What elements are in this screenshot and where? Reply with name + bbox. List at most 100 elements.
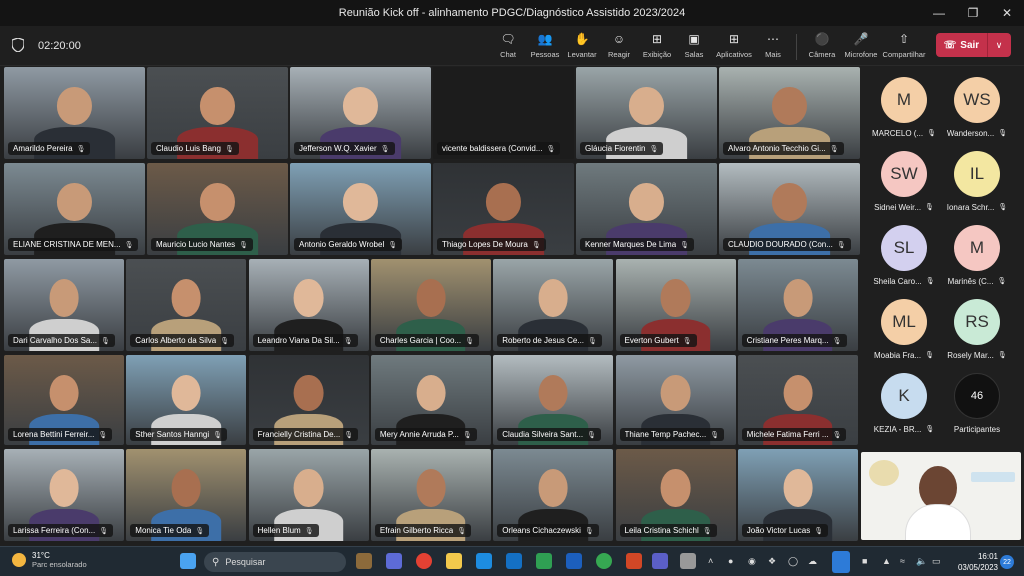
taskbar-clock[interactable]: 16:01 03/05/2023 bbox=[952, 551, 998, 573]
participant-avatar[interactable]: K KEZIA - BR... 🎙 bbox=[868, 373, 940, 445]
participant-avatar[interactable]: ML Moabia Fra... 🎙 bbox=[868, 299, 940, 371]
battery-icon[interactable]: ▭ bbox=[932, 556, 941, 567]
participant-avatar[interactable]: SL Sheila Caro... 🎙 bbox=[868, 225, 940, 297]
participant-video-tile[interactable]: Antonio Geraldo Wrobel 🎙 bbox=[290, 163, 431, 255]
participant-video-tile[interactable]: Lorena Bettini Ferreir... 🎙 bbox=[4, 355, 124, 445]
participant-video-tile[interactable]: ELIANE CRISTINA DE MEN... 🎙 bbox=[4, 163, 145, 255]
apps-button[interactable]: ⊞ Aplicativos bbox=[715, 29, 753, 65]
participants-count-button[interactable]: 46 Participantes bbox=[941, 373, 1013, 445]
participant-avatar[interactable]: IL Ionara Schr... 🎙 bbox=[941, 151, 1013, 223]
participant-video-tile[interactable]: Larissa Ferreira (Con... 🎙 bbox=[4, 449, 124, 541]
participant-video-tile[interactable]: Carlos Alberto da Silva 🎙 bbox=[126, 259, 247, 351]
mail-icon[interactable] bbox=[506, 553, 522, 569]
wifi-icon[interactable]: ≈ bbox=[900, 556, 905, 566]
participant-video-tile[interactable]: Alvaro Antonio Tecchio Gi... 🎙 bbox=[719, 67, 860, 159]
participant-video-tile[interactable]: Cristiane Peres Marq... 🎙 bbox=[737, 259, 858, 351]
teams-chat-icon[interactable] bbox=[386, 553, 402, 569]
participant-video-tile[interactable]: Gláucia Fiorentin 🎙 bbox=[576, 67, 717, 159]
participant-video-tile[interactable]: Sther Santos Hanngi 🎙 bbox=[126, 355, 247, 445]
share-button[interactable]: ⇧ Compartilhar bbox=[882, 29, 926, 65]
participant-video-tile[interactable]: Francielly Cristina De... 🎙 bbox=[248, 355, 369, 445]
participant-video-tile[interactable]: CLAUDIO DOURADO (Con... 🎙 bbox=[719, 163, 860, 255]
chrome-profile-icon[interactable] bbox=[596, 553, 612, 569]
chevron-down-icon[interactable]: ∨ bbox=[988, 33, 1010, 57]
share-label: Compartilhar bbox=[882, 50, 926, 59]
participant-video-tile[interactable]: Claudio Luis Bang 🎙 bbox=[147, 67, 288, 159]
tray-app3-icon[interactable]: ■ bbox=[862, 556, 867, 566]
participant-video-tile[interactable]: Roberto de Jesus Ce... 🎙 bbox=[493, 259, 614, 351]
participant-video-tile[interactable]: Charles Garcia | Coo... 🎙 bbox=[370, 259, 491, 351]
camera-button[interactable]: ⚫ Câmera bbox=[803, 29, 841, 65]
volume-icon[interactable]: 🔈 bbox=[916, 556, 927, 567]
more-button[interactable]: ⋯ Mais bbox=[754, 29, 792, 65]
participant-video-tile[interactable]: Leila Cristina Schichl 🎙 bbox=[615, 449, 736, 541]
chrome-icon[interactable] bbox=[416, 553, 432, 569]
onedrive-icon[interactable]: ☁ bbox=[808, 556, 817, 567]
clock-time: 16:01 bbox=[977, 552, 998, 561]
participant-video-tile[interactable]: Dari Carvalho Dos Sa... 🎙 bbox=[4, 259, 124, 351]
participant-video-tile[interactable]: Orleans Cichaczewski 🎙 bbox=[493, 449, 614, 541]
participant-avatar[interactable]: WS Wanderson... 🎙 bbox=[941, 77, 1013, 149]
taskview-icon[interactable] bbox=[356, 553, 372, 569]
self-view-tile[interactable] bbox=[861, 452, 1021, 540]
taskbar-search[interactable]: ⚲ Pesquisar bbox=[204, 552, 346, 572]
excel-icon[interactable] bbox=[536, 553, 552, 569]
participant-video-tile[interactable]: Amarildo Pereira 🎙 bbox=[4, 67, 145, 159]
participant-nameplate: Orleans Cichaczewski 🎙 bbox=[497, 524, 599, 537]
participant-avatar[interactable]: M MARCELO (... 🎙 bbox=[868, 77, 940, 149]
chat-button[interactable]: 🗨 Chat bbox=[489, 29, 527, 65]
avatar-name-row: Wanderson... 🎙 bbox=[947, 129, 1007, 138]
edge-icon[interactable] bbox=[476, 553, 492, 569]
participant-video-tile[interactable]: Mauricio Lucio Nantes 🎙 bbox=[147, 163, 288, 255]
participant-video-tile[interactable]: Jefferson W.Q. Xavier 🎙 bbox=[290, 67, 431, 159]
participant-video-tile[interactable]: Monica Tie Oda 🎙 bbox=[126, 449, 247, 541]
participant-video-tile[interactable]: Claudia Silveira Sant... 🎙 bbox=[493, 355, 614, 445]
language-icon[interactable]: ▲ bbox=[882, 556, 891, 566]
powerpoint-icon[interactable] bbox=[626, 553, 642, 569]
participant-avatar[interactable]: SW Sidnei Weir... 🎙 bbox=[868, 151, 940, 223]
view-button[interactable]: ⊞ Exibição bbox=[638, 29, 676, 65]
participant-video-tile[interactable]: João Victor Lucas 🎙 bbox=[737, 449, 858, 541]
teams-icon[interactable] bbox=[652, 553, 668, 569]
participant-video-tile[interactable]: Leandro Viana Da Sil... 🎙 bbox=[248, 259, 369, 351]
participant-avatar[interactable]: RS Rosely Mar... 🎙 bbox=[941, 299, 1013, 371]
participant-video-tile[interactable]: Michele Fatima Ferri ... 🎙 bbox=[737, 355, 858, 445]
windows-start-icon[interactable] bbox=[180, 553, 196, 569]
participant-nameplate: Monica Tie Oda 🎙 bbox=[130, 524, 210, 537]
leave-button[interactable]: ☏ Sair ∨ bbox=[936, 33, 1011, 57]
tray-app2-icon[interactable]: ◯ bbox=[788, 556, 798, 567]
maximize-icon[interactable]: ❐ bbox=[956, 0, 990, 26]
tray-app-icon[interactable]: ● bbox=[728, 556, 733, 566]
mic-muted-icon: 🎙 bbox=[997, 278, 1007, 285]
mic-active-icon[interactable] bbox=[832, 551, 850, 573]
participant-video-tile[interactable]: Thiane Temp Pachec... 🎙 bbox=[615, 355, 736, 445]
participant-head bbox=[783, 469, 813, 507]
participant-video-tile[interactable]: vicente baldissera (Convid... 🎙 bbox=[433, 67, 574, 159]
participant-video-tile[interactable]: Efrain Gilberto Ricca 🎙 bbox=[370, 449, 491, 541]
sun-icon bbox=[12, 553, 26, 567]
weather-widget[interactable]: 31°C Parc ensolarado bbox=[12, 551, 87, 569]
bluetooth-icon[interactable]: ❖ bbox=[768, 556, 776, 567]
participant-video-tile[interactable]: Kenner Marques De Lima 🎙 bbox=[576, 163, 717, 255]
phone-icon: ☏ bbox=[943, 39, 957, 51]
participant-video-tile[interactable]: Hellen Blum 🎙 bbox=[248, 449, 369, 541]
tray-chevron-icon[interactable]: ˄ bbox=[708, 556, 713, 566]
notification-badge[interactable]: 22 bbox=[1000, 555, 1014, 569]
participant-video-tile[interactable]: Everton Gubert 🎙 bbox=[615, 259, 736, 351]
close-icon[interactable]: ✕ bbox=[990, 0, 1024, 26]
participant-video-tile[interactable]: Thiago Lopes De Moura 🎙 bbox=[433, 163, 574, 255]
app-icon[interactable] bbox=[680, 553, 696, 569]
minimize-icon[interactable]: — bbox=[922, 0, 956, 26]
raise-hand-button[interactable]: ✋ Levantar bbox=[563, 29, 601, 65]
participant-head bbox=[783, 374, 813, 412]
word-icon[interactable] bbox=[566, 553, 582, 569]
leave-main[interactable]: ☏ Sair bbox=[936, 33, 988, 57]
security-icon[interactable]: ◉ bbox=[748, 556, 756, 567]
file-explorer-icon[interactable] bbox=[446, 553, 462, 569]
rooms-button[interactable]: ▣ Salas bbox=[675, 29, 713, 65]
react-button[interactable]: ☺ Reagir bbox=[600, 29, 638, 65]
participant-avatar[interactable]: M Marinês (C... 🎙 bbox=[941, 225, 1013, 297]
people-button[interactable]: 👥 Pessoas bbox=[526, 29, 564, 65]
microphone-button[interactable]: 🎤 Microfone bbox=[842, 29, 880, 65]
participant-video-tile[interactable]: Mery Annie Arruda P... 🎙 bbox=[370, 355, 491, 445]
